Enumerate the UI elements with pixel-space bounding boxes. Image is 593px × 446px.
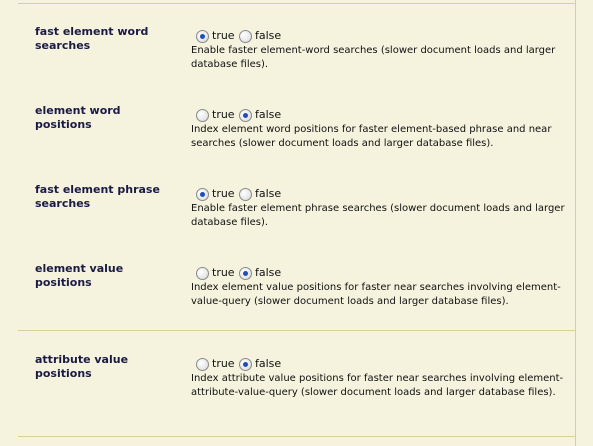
true-option-label: true xyxy=(212,357,235,370)
true-option[interactable]: true xyxy=(196,108,235,122)
top-divider xyxy=(18,3,575,4)
true-radio[interactable] xyxy=(196,266,209,280)
setting-description: Enable faster element-word searches (slo… xyxy=(191,45,556,70)
false-option[interactable]: false xyxy=(239,108,281,122)
false-option[interactable]: false xyxy=(239,266,281,280)
true-radio[interactable] xyxy=(196,357,209,371)
false-option[interactable]: false xyxy=(239,29,281,43)
setting-label: attribute value positions xyxy=(35,353,129,380)
false-radio[interactable] xyxy=(239,29,252,43)
setting-description: Index attribute value positions for fast… xyxy=(191,373,564,398)
setting-label: fast element phrase searches xyxy=(35,183,160,210)
setting-label: element word positions xyxy=(35,104,121,131)
true-option[interactable]: true xyxy=(196,357,235,371)
false-radio[interactable] xyxy=(239,187,252,201)
true-radio[interactable] xyxy=(196,29,209,43)
false-option-label: false xyxy=(255,357,282,370)
false-radio[interactable] xyxy=(239,108,252,122)
bottom-divider xyxy=(18,436,575,437)
false-radio[interactable] xyxy=(239,357,252,371)
false-option-label: false xyxy=(255,29,282,42)
settings-panel: fast element word searches true false En… xyxy=(0,0,593,446)
true-option-label: true xyxy=(212,108,235,121)
true-radio[interactable] xyxy=(196,187,209,201)
true-radio[interactable] xyxy=(196,108,209,122)
false-option-label: false xyxy=(255,187,282,200)
false-option-label: false xyxy=(255,108,282,121)
true-option-label: true xyxy=(212,266,235,279)
false-option[interactable]: false xyxy=(239,187,281,201)
setting-label: element value positions xyxy=(35,262,124,289)
setting-description: Index element value positions for faster… xyxy=(191,282,561,307)
true-option[interactable]: true xyxy=(196,266,235,280)
false-option[interactable]: false xyxy=(239,357,281,371)
false-option-label: false xyxy=(255,266,282,279)
true-option-label: true xyxy=(212,29,235,42)
section-divider xyxy=(18,330,575,331)
false-radio[interactable] xyxy=(239,266,252,280)
true-option-label: true xyxy=(212,187,235,200)
setting-description: Enable faster element phrase searches (s… xyxy=(191,203,565,228)
true-option[interactable]: true xyxy=(196,29,235,43)
setting-description: Index element word positions for faster … xyxy=(191,124,552,149)
setting-label: fast element word searches xyxy=(35,25,149,52)
true-option[interactable]: true xyxy=(196,187,235,201)
